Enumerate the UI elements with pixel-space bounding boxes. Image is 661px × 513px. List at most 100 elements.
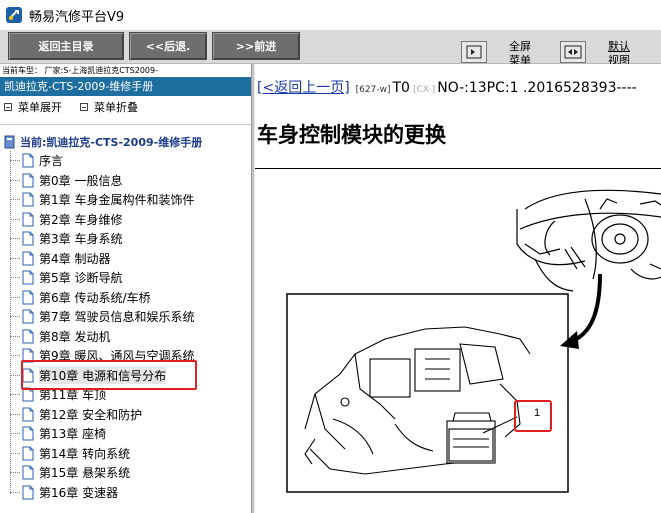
document-icon: [22, 290, 34, 304]
tree-item-label: 第1章 车身金属构件和装饰件: [39, 193, 195, 207]
module-drawing: [304, 326, 531, 475]
fullscreen-label-line1: 全屏: [509, 40, 531, 53]
document-info-line: [<返回上一页] [627-w] T0 [CX-] NO-:13PC:1 .20…: [257, 77, 637, 97]
tree-connector-dash: [10, 277, 20, 278]
tree-connector-dash: [10, 199, 20, 200]
sidebar-header: 凯迪拉克-CTS-2009-维修手册: [0, 77, 251, 96]
tree-connector-dash: [10, 491, 20, 493]
tree-item[interactable]: 序言: [10, 151, 63, 170]
pointer-arrow: [571, 273, 602, 343]
document-icon: [22, 153, 34, 168]
doc-cx-code: [CX-]: [412, 85, 436, 95]
tree-item[interactable]: 第15章 悬架系统: [10, 463, 130, 482]
current-model-bar: 当前车型： 厂家:S-上海凯迪拉克CTS2009-: [2, 66, 158, 75]
pointer-arrowhead: [560, 331, 579, 349]
document-icon: [22, 212, 34, 226]
default-view-button[interactable]: [560, 41, 586, 63]
default-view-label-line1: 默认: [608, 40, 630, 53]
callout-number: 1: [534, 407, 540, 419]
document-icon: [22, 270, 34, 285]
document-icon: [22, 173, 34, 187]
forward-button[interactable]: >>前进: [212, 32, 300, 60]
tree-item-label: 第14章 转向系统: [39, 446, 131, 461]
tree-item[interactable]: 第1章 车身金属构件和装饰件: [10, 190, 194, 209]
tree-item[interactable]: 第5章 诊断导航: [10, 268, 122, 287]
document-icon: [22, 309, 34, 324]
tree-item[interactable]: 第0章 一般信息: [10, 171, 122, 190]
tree-connector-dash: [10, 238, 20, 239]
toolbar: 返回主目录 <<后退. >>前进 全屏 菜单 默认 视图: [0, 30, 661, 67]
tree-connector-dash: [10, 374, 20, 376]
document-icon: [22, 485, 34, 499]
tree-item-label: 第0章 一般信息: [39, 173, 123, 188]
tree-root[interactable]: 当前:凯迪拉克-CTS-2009-维修手册: [4, 133, 202, 151]
tree-item[interactable]: 第16章 变速器: [10, 483, 118, 502]
tree-item-label: 第15章 悬架系统: [39, 466, 131, 480]
tree-connector-dash: [10, 160, 20, 161]
document-icon: [22, 251, 34, 265]
app-title: 畅易汽修平台V9: [29, 9, 125, 25]
tree-connector-dash: [10, 296, 20, 298]
fullscreen-icon: [466, 45, 482, 59]
document-icon: [22, 465, 34, 480]
expand-menu-button[interactable]: 菜单展开: [4, 99, 62, 115]
tree-connector-dash: [10, 452, 20, 454]
tree-item[interactable]: 第8章 发动机: [10, 327, 110, 346]
tree-item-label: 第5章 诊断导航: [39, 271, 123, 285]
expand-icon: [4, 103, 12, 111]
title-bar: 畅易汽修平台V9: [0, 0, 661, 30]
menu-controls: 菜单展开 菜单折叠: [0, 98, 251, 116]
collapse-menu-label: 菜单折叠: [94, 101, 138, 114]
tree-item[interactable]: 第6章 传动系统/车桥: [10, 288, 151, 307]
document-icon: [22, 407, 34, 421]
doc-code: [627-w]: [355, 85, 391, 95]
tree-item-label: 第12章 安全和防护: [39, 407, 143, 422]
collapse-icon: [80, 103, 88, 111]
app-logo-icon: [6, 7, 22, 23]
fullscreen-menu-button[interactable]: [461, 41, 487, 63]
expand-menu-label: 菜单展开: [18, 101, 62, 114]
page-title: 车身控制模块的更换: [257, 123, 446, 147]
tree-item-label: 第8章 发动机: [39, 329, 111, 344]
tree-connector-dash: [10, 472, 20, 473]
callout-highlight-box: [514, 400, 552, 432]
back-button[interactable]: <<后退.: [129, 32, 207, 60]
tree-item[interactable]: 第3章 车身系统: [10, 229, 122, 248]
tree-connector-dash: [10, 218, 20, 220]
tree-item-label: 第7章 驾驶员信息和娱乐系统: [39, 310, 195, 324]
content-pane: [<返回上一页] [627-w] T0 [CX-] NO-:13PC:1 .20…: [255, 64, 661, 513]
detail-box: [286, 293, 569, 493]
document-icon: [22, 231, 34, 246]
document-icon: [22, 446, 34, 460]
book-icon: [4, 135, 15, 149]
tree-item-label: 序言: [39, 154, 64, 168]
back-previous-link[interactable]: [<返回上一页]: [257, 77, 350, 97]
tree-item[interactable]: 第13章 座椅: [10, 424, 106, 443]
tree-item-label: 第4章 制动器: [39, 251, 111, 266]
tree-item-label: 第16章 变速器: [39, 485, 119, 500]
default-view-icon: [564, 45, 582, 59]
tree-item[interactable]: 第4章 制动器: [10, 249, 110, 268]
tree-connector-dash: [10, 179, 20, 181]
tree-item[interactable]: 第2章 车身维修: [10, 210, 122, 229]
tree-item[interactable]: 第12章 安全和防护: [10, 405, 142, 424]
tree-root-label: 当前:凯迪拉克-CTS-2009-维修手册: [20, 136, 203, 149]
doc-number: NO-:13PC:1 .2016528393----: [437, 80, 637, 96]
tree-connector-dash: [10, 413, 20, 415]
selection-highlight-box: [21, 360, 197, 390]
tree-connector-dash: [10, 355, 20, 356]
document-icon: [22, 329, 34, 343]
sidebar-divider: [0, 124, 251, 125]
tree-item-label: 第3章 车身系统: [39, 232, 123, 246]
tree-connector-dash: [10, 316, 20, 317]
doc-t0: T0: [392, 80, 410, 96]
tree-connector-dash: [10, 394, 20, 395]
tree-item-label: 第6章 传动系统/车桥: [39, 290, 151, 305]
tree-item[interactable]: 第14章 转向系统: [10, 444, 130, 463]
document-icon: [22, 426, 34, 441]
collapse-menu-button[interactable]: 菜单折叠: [80, 99, 138, 115]
tree-connector-dash: [10, 257, 20, 259]
dashboard-drawing: [516, 189, 661, 292]
tree-item[interactable]: 第7章 驾驶员信息和娱乐系统: [10, 307, 194, 326]
back-to-main-button[interactable]: 返回主目录: [8, 32, 124, 60]
